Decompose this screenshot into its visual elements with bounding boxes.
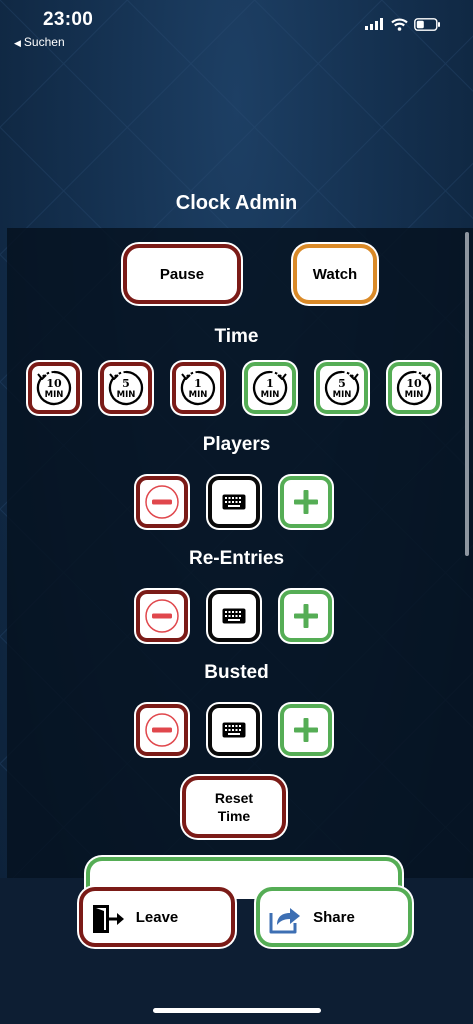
time-icon-number: 5 [338, 377, 346, 390]
busted-section-label: Busted [204, 662, 269, 683]
status-bar: 23:00 ◀ Suchen [0, 0, 473, 60]
reentries-plus-button[interactable] [280, 590, 332, 642]
watch-label: Watch [312, 265, 358, 283]
rewind-1-min-icon: 1 MIN [180, 370, 216, 406]
back-arrow-icon: ◀ [14, 38, 21, 48]
time-icon-unit: MIN [405, 390, 424, 400]
time-icon-number: 10 [46, 377, 62, 390]
time-minus-5-button[interactable]: 5 MIN [100, 362, 152, 414]
players-keyboard-button[interactable] [208, 476, 260, 528]
pause-button[interactable]: Pause [123, 244, 241, 304]
time-icon-number: 10 [406, 377, 422, 390]
time-plus-10-button[interactable]: 10 MIN [388, 362, 440, 414]
rewind-5-min-icon: 5 MIN [108, 370, 144, 406]
keyboard-icon [222, 608, 246, 624]
status-time: 23:00 [43, 9, 94, 30]
time-minus-1-button[interactable]: 1 MIN [172, 362, 224, 414]
time-icon-number: 5 [122, 377, 130, 390]
rewind-10-min-icon: 10 MIN [36, 370, 72, 406]
reset-time-label-line2: Time [217, 808, 251, 824]
time-minus-10-button[interactable]: 10 MIN [28, 362, 80, 414]
time-plus-1-button[interactable]: 1 MIN [244, 362, 296, 414]
forward-10-min-icon: 10 MIN [396, 370, 432, 406]
time-icon-unit: MIN [45, 390, 64, 400]
time-plus-5-button[interactable]: 5 MIN [316, 362, 368, 414]
plus-icon [294, 604, 318, 628]
battery-icon [414, 17, 440, 31]
players-plus-button[interactable] [280, 476, 332, 528]
page-title: Clock Admin [175, 192, 298, 214]
reset-time-button[interactable]: Reset Time [182, 776, 286, 838]
reentries-keyboard-button[interactable] [208, 590, 260, 642]
leave-label: Leave [135, 908, 179, 926]
share-button[interactable]: Share [256, 887, 412, 947]
keyboard-icon [222, 722, 246, 738]
time-icon-unit: MIN [117, 390, 136, 400]
back-to-search-link[interactable]: ◀ Suchen [14, 35, 65, 49]
keyboard-icon [222, 494, 246, 510]
status-icons [365, 14, 441, 34]
plus-icon [294, 490, 318, 514]
players-minus-button[interactable] [136, 476, 188, 528]
reentries-minus-button[interactable] [136, 590, 188, 642]
home-indicator[interactable] [153, 1008, 321, 1013]
time-icon-number: 1 [194, 377, 202, 390]
players-section-label: Players [202, 434, 271, 455]
wifi-icon [391, 17, 408, 31]
minus-icon [145, 713, 179, 747]
time-icon-unit: MIN [189, 390, 208, 400]
time-icon-number: 1 [266, 377, 274, 390]
reentries-section-label: Re-Entries [188, 548, 285, 569]
busted-minus-button[interactable] [136, 704, 188, 756]
leave-button[interactable]: Leave [79, 887, 235, 947]
forward-5-min-icon: 5 MIN [324, 370, 360, 406]
minus-icon [145, 485, 179, 519]
back-label: Suchen [23, 35, 65, 49]
share-label: Share [313, 908, 355, 926]
pause-label: Pause [159, 265, 205, 283]
minus-icon [145, 599, 179, 633]
watch-button[interactable]: Watch [293, 244, 377, 304]
reset-time-label-line1: Reset [214, 790, 254, 806]
forward-1-min-icon: 1 MIN [252, 370, 288, 406]
time-section-label: Time [214, 326, 259, 347]
busted-keyboard-button[interactable] [208, 704, 260, 756]
time-icon-unit: MIN [261, 390, 280, 400]
busted-plus-button[interactable] [280, 704, 332, 756]
scrollbar[interactable] [465, 232, 469, 556]
plus-icon [294, 718, 318, 742]
time-icon-unit: MIN [333, 390, 352, 400]
signal-icon [365, 18, 383, 30]
